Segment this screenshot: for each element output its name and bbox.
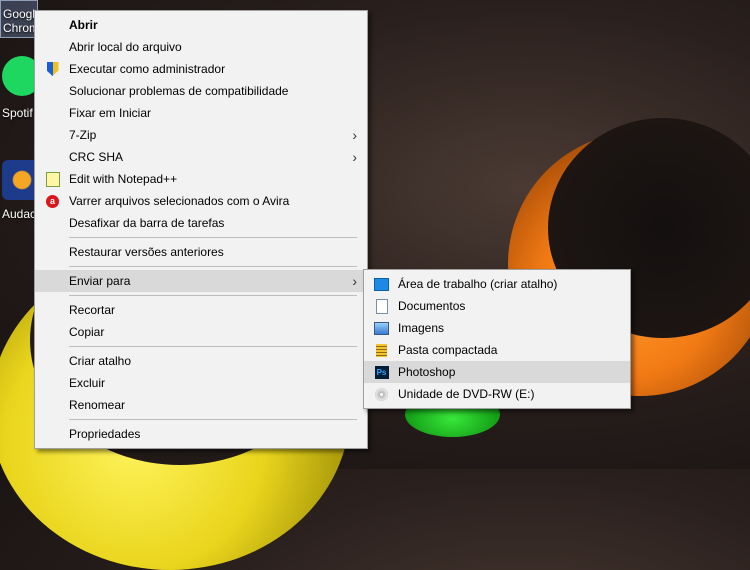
menu-item-label: Enviar para: [69, 274, 131, 288]
menu-item-abrir-local[interactable]: Abrir local do arquivo: [35, 36, 367, 58]
menu-item-label: Abrir local do arquivo: [69, 40, 182, 54]
send-to-pasta-compactada[interactable]: Pasta compactada: [364, 339, 630, 361]
chevron-right-icon: ›: [352, 149, 357, 165]
menu-item-label: Abrir: [69, 18, 98, 32]
menu-item-label: Unidade de DVD-RW (E:): [398, 387, 535, 401]
desktop-icon: [374, 277, 389, 291]
send-to-desktop[interactable]: Área de trabalho (criar atalho): [364, 273, 630, 295]
menu-item-avira[interactable]: a Varrer arquivos selecionados com o Avi…: [35, 190, 367, 212]
menu-separator: [69, 295, 357, 296]
menu-item-desafixar[interactable]: Desafixar da barra de tarefas: [35, 212, 367, 234]
spotify-label: Spotif: [2, 106, 33, 120]
menu-item-propriedades[interactable]: Propriedades: [35, 423, 367, 445]
menu-item-enviar-para[interactable]: Enviar para ›: [35, 270, 367, 292]
menu-item-label: Desafixar da barra de tarefas: [69, 216, 225, 230]
menu-item-label: Documentos: [398, 299, 466, 313]
menu-item-excluir[interactable]: Excluir: [35, 372, 367, 394]
uac-shield-icon: [45, 62, 60, 76]
menu-separator: [69, 346, 357, 347]
menu-item-label: Edit with Notepad++: [69, 172, 178, 186]
menu-item-label: Photoshop: [398, 365, 456, 379]
menu-item-abrir[interactable]: Abrir: [35, 14, 367, 36]
menu-item-label: Varrer arquivos selecionados com o Avira: [69, 194, 290, 208]
chevron-right-icon: ›: [352, 127, 357, 143]
menu-item-label: Fixar em Iniciar: [69, 106, 152, 120]
send-to-submenu: Área de trabalho (criar atalho) Document…: [363, 269, 631, 409]
menu-item-label: Criar atalho: [69, 354, 132, 368]
menu-item-7zip[interactable]: 7-Zip ›: [35, 124, 367, 146]
zip-folder-icon: [374, 343, 389, 357]
menu-item-label: Excluir: [69, 376, 106, 390]
menu-item-label: Imagens: [398, 321, 445, 335]
menu-item-crc-sha[interactable]: CRC SHA ›: [35, 146, 367, 168]
menu-item-executar-admin[interactable]: Executar como administrador: [35, 58, 367, 80]
menu-item-label: Solucionar problemas de compatibilidade: [69, 84, 289, 98]
menu-separator: [69, 266, 357, 267]
photoshop-icon-text: Ps: [374, 365, 389, 379]
menu-item-notepadpp[interactable]: Edit with Notepad++: [35, 168, 367, 190]
menu-item-label: 7-Zip: [69, 128, 97, 142]
menu-item-label: Restaurar versões anteriores: [69, 245, 224, 259]
menu-item-copiar[interactable]: Copiar: [35, 321, 367, 343]
menu-separator: [69, 237, 357, 238]
photoshop-icon: Ps: [374, 365, 389, 379]
menu-item-label: Recortar: [69, 303, 116, 317]
menu-separator: [69, 419, 357, 420]
menu-item-label: CRC SHA: [69, 150, 124, 164]
desktop-icon-chrome[interactable]: Google Chrom: [0, 0, 42, 38]
menu-item-recortar[interactable]: Recortar: [35, 299, 367, 321]
notepad-plus-plus-icon: [45, 171, 60, 187]
menu-item-renomear[interactable]: Renomear: [35, 394, 367, 416]
context-menu: Abrir Abrir local do arquivo Executar co…: [34, 10, 368, 449]
menu-item-fixar-iniciar[interactable]: Fixar em Iniciar: [35, 102, 367, 124]
menu-item-label: Executar como administrador: [69, 62, 226, 76]
images-icon: [374, 321, 389, 335]
menu-item-label: Copiar: [69, 325, 105, 339]
documents-icon: [374, 298, 389, 314]
dvd-drive-icon: [374, 387, 389, 401]
menu-item-label: Propriedades: [69, 427, 141, 441]
send-to-imagens[interactable]: Imagens: [364, 317, 630, 339]
menu-item-solucionar[interactable]: Solucionar problemas de compatibilidade: [35, 80, 367, 102]
menu-item-label: Renomear: [69, 398, 126, 412]
avira-icon: a: [45, 194, 60, 208]
send-to-documentos[interactable]: Documentos: [364, 295, 630, 317]
chevron-right-icon: ›: [352, 273, 357, 289]
menu-item-restaurar[interactable]: Restaurar versões anteriores: [35, 241, 367, 263]
send-to-dvd-drive[interactable]: Unidade de DVD-RW (E:): [364, 383, 630, 405]
menu-item-label: Área de trabalho (criar atalho): [398, 277, 558, 291]
menu-item-label: Pasta compactada: [398, 343, 498, 357]
menu-item-criar-atalho[interactable]: Criar atalho: [35, 350, 367, 372]
send-to-photoshop[interactable]: Ps Photoshop: [364, 361, 630, 383]
